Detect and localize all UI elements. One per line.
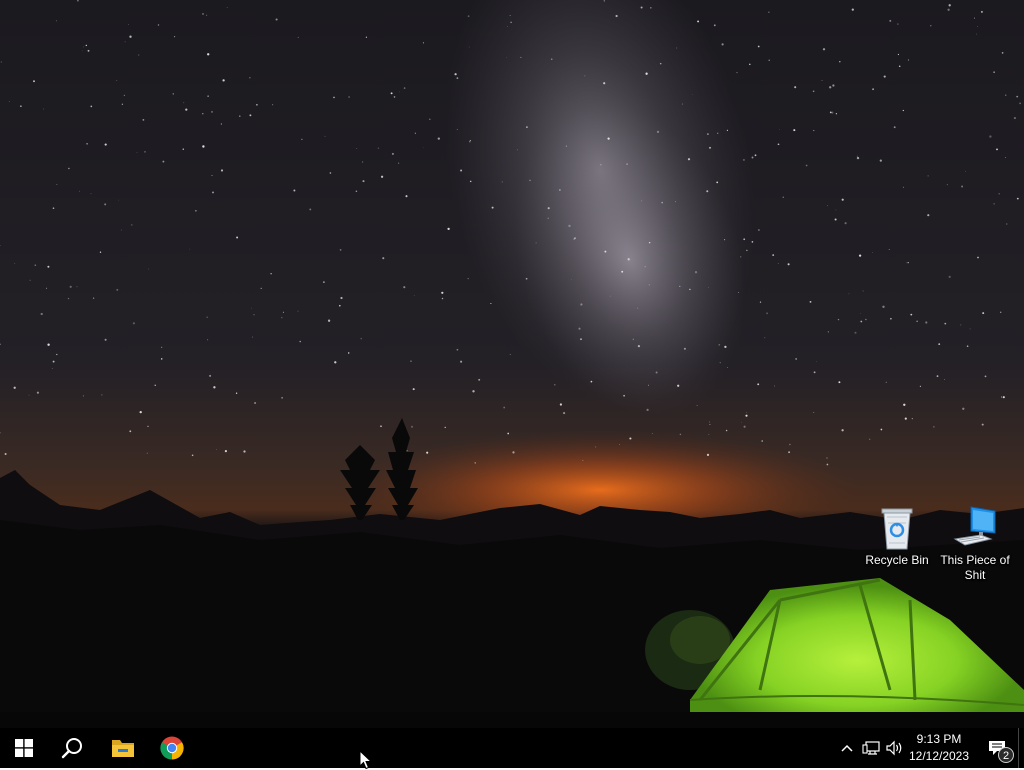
search-icon	[61, 737, 83, 759]
folder-icon	[111, 737, 135, 759]
desktop-icon-label: Recycle Bin	[865, 553, 928, 567]
desktop-icon-label: This Piece of Shit	[940, 553, 1009, 582]
taskbar[interactable]: 9:13 PM 12/12/2023 2	[0, 728, 1024, 768]
volume-button[interactable]	[885, 738, 905, 758]
recycle-bin-icon	[873, 503, 921, 551]
chevron-up-icon	[840, 743, 854, 753]
taskbar-app-chrome[interactable]	[148, 728, 196, 768]
search-button[interactable]	[48, 728, 96, 768]
volume-icon	[886, 740, 904, 756]
desktop-icon-recycle-bin[interactable]: Recycle Bin	[859, 503, 935, 568]
chrome-icon	[160, 736, 184, 760]
taskbar-app-file-explorer[interactable]	[99, 728, 147, 768]
wallpaper-night-sky	[0, 0, 1024, 728]
windows-logo-icon	[15, 739, 33, 757]
notification-count-badge: 2	[998, 747, 1014, 763]
clock-date: 12/12/2023	[904, 748, 974, 765]
taskbar-clock[interactable]: 9:13 PM 12/12/2023	[904, 731, 974, 765]
show-desktop-button[interactable]	[1018, 728, 1024, 768]
desktop[interactable]: Recycle Bin This Piece of Shit	[0, 0, 1024, 728]
show-hidden-icons-button[interactable]	[837, 738, 857, 758]
clock-time: 9:13 PM	[904, 731, 974, 748]
network-button[interactable]	[861, 738, 881, 758]
action-center-button[interactable]: 2	[978, 728, 1016, 768]
network-icon	[862, 740, 880, 756]
mouse-cursor-icon	[359, 750, 373, 770]
start-button[interactable]	[0, 728, 48, 768]
desktop-icon-this-pc[interactable]: This Piece of Shit	[937, 503, 1013, 583]
computer-icon	[951, 503, 999, 551]
